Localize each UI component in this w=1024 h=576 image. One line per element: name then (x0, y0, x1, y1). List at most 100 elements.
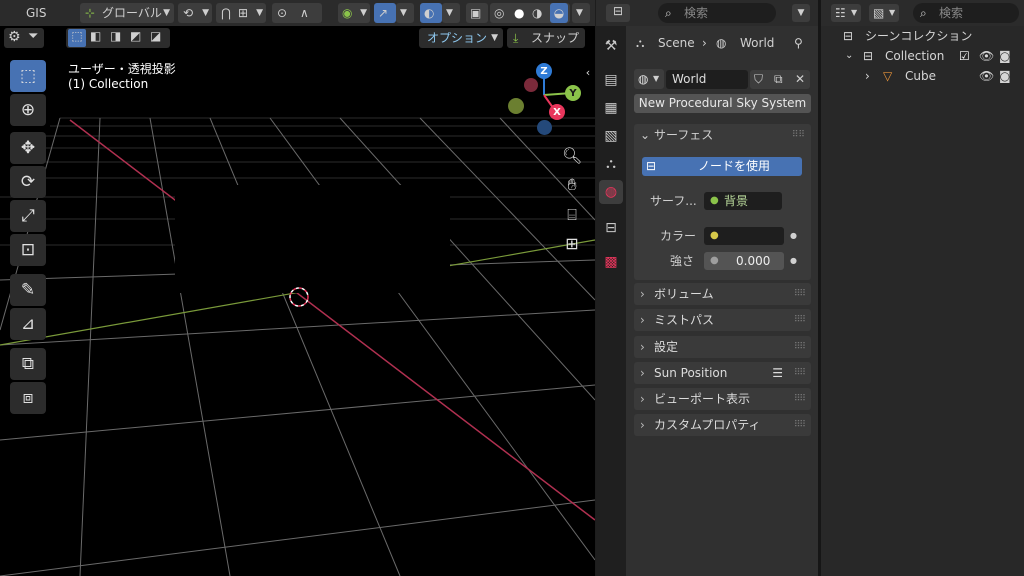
surface-shader-field[interactable]: ● 背景 (704, 192, 782, 210)
sun-position-panel[interactable]: › Sun Position ☰ ⠿⠿ (634, 362, 811, 384)
material-shading-icon[interactable]: ◑ (532, 3, 542, 23)
shading-modes[interactable]: ◎ ● ◑ ◒ (490, 3, 570, 23)
surface-panel-header[interactable]: ⌄ サーフェス ⠿⠿ (634, 124, 811, 146)
gizmo-x-axis[interactable]: X (549, 104, 565, 120)
volume-panel[interactable]: › ボリューム ⠿⠿ (634, 283, 811, 305)
camera-icon[interactable]: ⌸ (562, 205, 582, 225)
visibility-dropdown[interactable]: ◉ ▼ (338, 3, 370, 23)
measure-tool[interactable]: ⊿ (10, 308, 46, 340)
rotate-tool[interactable]: ⟳ (10, 166, 46, 198)
world-browse[interactable]: ◍ ▼ (634, 69, 664, 89)
use-nodes-button[interactable]: ⊟ ノードを使用 (642, 157, 802, 176)
proportional-editing[interactable]: ⊙ ∧ (272, 3, 322, 23)
texture-tab[interactable]: ▩ (599, 250, 623, 274)
filter-icon[interactable]: ⏷ (28, 29, 38, 44)
strength-field[interactable]: ● 0.000 (704, 252, 784, 270)
view-layer-tab[interactable]: ▧ (599, 124, 623, 148)
drag-grip-icon[interactable]: ⠿⠿ (794, 414, 806, 436)
scale-tool[interactable]: ⤢ (10, 200, 46, 232)
workspace-label[interactable]: GIS (2, 3, 52, 23)
fake-user-shield-icon[interactable]: ⛉ (754, 70, 763, 89)
3d-viewport[interactable]: GIS ⊹ グローバル ▼ ⟲ ▼ ⋂ ⊞ ▼ ⊙ ∧ ◉ ▼ ↗ ▼ ◐ ▼ ▣ ◎ ●… (0, 0, 595, 576)
gear-icon[interactable]: ⚙ (8, 29, 21, 45)
pan-hand-icon[interactable]: ✋︎ (562, 175, 582, 195)
gizmo-z-axis[interactable]: Z (536, 63, 552, 79)
camera-render-icon[interactable]: ◙ (999, 46, 1011, 66)
transform-orientation-dropdown[interactable]: ⊹ グローバル ▼ (80, 3, 174, 23)
wireframe-shading-icon[interactable]: ◎ (494, 3, 504, 23)
display-mode-dropdown[interactable]: ▧ ▼ (869, 4, 899, 22)
select-intersect-icon[interactable]: ◪ (150, 29, 161, 43)
gizmo-y-axis[interactable]: Y (565, 85, 581, 101)
gizmo-neg-z[interactable] (537, 120, 552, 135)
camera-render-icon[interactable]: ◙ (999, 66, 1011, 86)
editor-type-icon[interactable]: ⊟ (606, 4, 630, 22)
checkbox-icon[interactable]: ☑ (959, 46, 970, 66)
viewport-display-panel[interactable]: › ビューポート表示 ⠿⠿ (634, 388, 811, 410)
zoom-icon[interactable]: 🔍︎ (562, 146, 582, 165)
new-procedural-sky-button[interactable]: New Procedural Sky System (634, 94, 811, 113)
drag-grip-icon[interactable]: ⠿⠿ (794, 283, 806, 305)
scene-collection-row[interactable]: ⊟ シーンコレクション (821, 26, 1024, 46)
shear-tool[interactable]: ⧈ (10, 382, 46, 414)
collection-row[interactable]: ⌄ ⊟ Collection ☑ 👁︎ ◙ (821, 46, 1024, 66)
shading-dropdown[interactable]: ▼ (572, 3, 590, 23)
drag-grip-icon[interactable]: ⠿⠿ (794, 362, 806, 384)
keyframe-dot-icon[interactable]: ● (790, 252, 797, 270)
gizmo-neg-x[interactable] (524, 78, 538, 92)
eye-icon[interactable]: 👁︎ (979, 66, 994, 86)
add-cube-tool[interactable]: ⧉ (10, 348, 46, 380)
chevron-down-icon[interactable]: ▼ (792, 4, 810, 22)
navigation-gizmo[interactable]: Z Y X (502, 60, 592, 140)
chevron-down-icon[interactable]: ⌄ (845, 46, 853, 66)
select-box-tool[interactable]: ⬚ (10, 60, 46, 92)
xray-toggle[interactable]: ▣ (466, 3, 488, 23)
select-subtract-icon[interactable]: ◨ (110, 29, 121, 43)
properties-search[interactable]: ⌕ 検索 (658, 3, 776, 23)
options-dropdown[interactable]: オプション ▼ (419, 28, 503, 48)
move-tool[interactable]: ✥ (10, 132, 46, 164)
select-invert-icon[interactable]: ◩ (130, 29, 141, 43)
overlay-toggle[interactable]: ◐ (420, 3, 442, 23)
world-name-field[interactable]: World (666, 70, 748, 89)
color-field[interactable]: ● (704, 227, 784, 245)
render-tab[interactable]: ▤ (599, 68, 623, 92)
snap-menu[interactable]: ⤓ スナップ (507, 28, 585, 48)
mist-pass-panel[interactable]: › ミストパス ⠿⠿ (634, 309, 811, 331)
overlay-dropdown[interactable]: ▼ (442, 3, 460, 23)
gizmo-neg-y[interactable] (508, 98, 524, 114)
transform-tool[interactable]: ⊡ (10, 234, 46, 266)
collection-tab[interactable]: ⊟ (599, 216, 623, 240)
custom-properties-panel[interactable]: › カスタムプロパティ ⠿⠿ (634, 414, 811, 436)
tool-tab[interactable]: ⚒ (599, 34, 623, 58)
perspective-grid-icon[interactable]: ⊞ (562, 234, 582, 253)
eye-icon[interactable]: 👁︎ (979, 46, 994, 66)
pin-icon[interactable]: ⚲ (794, 34, 803, 52)
keyframe-dot-icon[interactable]: ● (790, 227, 797, 245)
gizmo-toggle[interactable]: ↗ (374, 3, 396, 23)
chevron-right-icon[interactable]: › (865, 66, 870, 86)
output-tab[interactable]: ▦ (599, 96, 623, 120)
select-extend-icon[interactable]: ◧ (90, 29, 101, 43)
annotate-tool[interactable]: ✎ (10, 274, 46, 306)
cursor-tool[interactable]: ⊕ (10, 94, 46, 126)
drag-grip-icon[interactable]: ⠿⠿ (794, 309, 806, 331)
drag-grip-icon[interactable]: ⠿⠿ (794, 336, 806, 358)
select-new-icon[interactable]: ⬚ (68, 29, 86, 47)
cube-row[interactable]: › ▽ Cube 👁︎ ◙ (821, 66, 1024, 86)
settings-panel[interactable]: › 設定 ⠿⠿ (634, 336, 811, 358)
pivot-point-dropdown[interactable]: ⟲ ▼ (178, 3, 212, 23)
close-icon[interactable]: ✕ (795, 70, 805, 89)
snap-toggle[interactable]: ⋂ ⊞ ▼ (216, 3, 266, 23)
world-tab[interactable]: ◍ (599, 180, 623, 204)
sidebar-toggle-icon[interactable]: ‹ (582, 66, 594, 79)
solid-shading-icon[interactable]: ● (514, 3, 524, 23)
drag-grip-icon[interactable]: ⠿⠿ (794, 388, 806, 410)
outliner-editor-type[interactable]: ☷ ▼ (831, 4, 861, 22)
drag-grip-icon[interactable]: ⠿⠿ (792, 124, 805, 146)
duplicate-icon[interactable]: ⧉ (774, 70, 783, 89)
gizmo-dropdown[interactable]: ▼ (396, 3, 414, 23)
preset-list-icon[interactable]: ☰ (772, 362, 783, 384)
rendered-shading-icon[interactable]: ◒ (550, 3, 568, 23)
scene-tab[interactable]: ⛬ (599, 152, 623, 176)
